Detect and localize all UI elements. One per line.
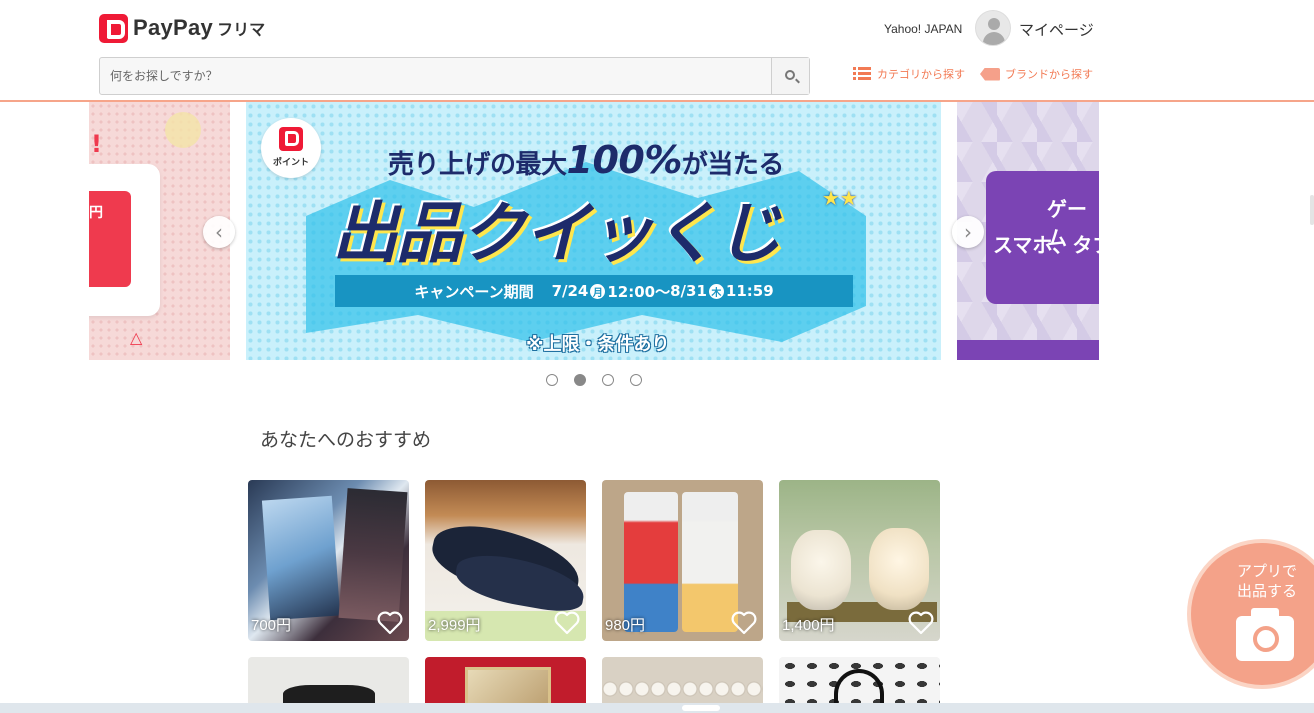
category-search-label: カテゴリから探す: [877, 68, 965, 81]
heart-icon[interactable]: [908, 611, 934, 635]
carousel-dot[interactable]: [630, 374, 642, 386]
stars-icon: ★★: [822, 186, 858, 210]
sell-button-line2: 出品する: [1236, 582, 1297, 600]
user-avatar-icon[interactable]: [975, 10, 1011, 46]
product-price: 2,999円: [428, 617, 481, 634]
product-price: 980円: [605, 617, 646, 634]
header: PayPay フリマ Yahoo! JAPAN マイページ カテゴリから探す ブ…: [0, 0, 1314, 102]
banner-slide-current[interactable]: ポイント 売り上げの最大100%が当たる 出品クイッくじ ★★ キャンペーン期間…: [246, 102, 941, 360]
camera-icon: [1236, 608, 1294, 661]
scrollbar-hint: [1310, 195, 1314, 225]
search-bar: [99, 57, 810, 95]
promo-note: ※上限・条件あり: [526, 334, 670, 355]
product-price: 1,400円: [782, 617, 835, 634]
product-card[interactable]: 2,999円: [425, 480, 586, 641]
product-card[interactable]: 1,400円: [779, 480, 940, 641]
tag-icon: [980, 67, 1000, 81]
carousel-next-button[interactable]: ›: [952, 216, 984, 248]
product-card[interactable]: 700円: [248, 480, 409, 641]
heart-icon[interactable]: [554, 611, 580, 635]
carousel-indicators: [546, 374, 642, 386]
paypay-logo-icon: [279, 127, 303, 151]
triangle-icon: △: [130, 328, 143, 347]
recommend-section-title: あなたへのおすすめ: [260, 429, 432, 451]
list-icon: [853, 67, 871, 81]
product-card[interactable]: 980円: [602, 480, 763, 641]
search-icon: [785, 70, 795, 80]
product-price: 700円: [251, 617, 292, 634]
brand-search-link[interactable]: ブランドから探す: [980, 66, 1093, 82]
campaign-period: キャンペーン期間 7/24 月 12:00〜 8/31 木 11:59: [335, 275, 853, 307]
banner-carousel: ! 円 △ ポイント 売り上げの最大100%が当たる 出品クイッくじ ★★ キャ…: [89, 102, 1099, 360]
promo-title: 出品クイッくじ: [332, 195, 782, 272]
paypay-flea-market-logo[interactable]: PayPay フリマ: [99, 13, 265, 43]
carousel-dot-active[interactable]: [574, 374, 586, 386]
point-badge-label: ポイント: [272, 158, 309, 168]
search-input[interactable]: [100, 58, 772, 94]
logo-text: PayPay: [133, 15, 214, 40]
category-search-link[interactable]: カテゴリから探す: [853, 66, 965, 82]
horizontal-scrollbar[interactable]: [0, 703, 1314, 713]
previous-slide-yen-text: 円: [89, 205, 103, 221]
paypay-logo-icon: [99, 13, 128, 43]
mypage-link[interactable]: マイページ: [1019, 19, 1094, 40]
page: PayPay フリマ Yahoo! JAPAN マイページ カテゴリから探す ブ…: [0, 0, 1314, 713]
next-slide-text-2: スマホ、タブ: [993, 233, 1099, 257]
chevron-left-icon: ‹: [215, 220, 223, 244]
yahoo-japan-link[interactable]: Yahoo! JAPAN: [884, 22, 962, 36]
carousel-dot[interactable]: [546, 374, 558, 386]
heart-icon[interactable]: [377, 611, 403, 635]
carousel-prev-button[interactable]: ‹: [203, 216, 235, 248]
scrollbar-thumb[interactable]: [682, 705, 720, 711]
brand-search-label: ブランドから探す: [1005, 68, 1093, 81]
sell-with-app-button[interactable]: アプリで 出品する: [1187, 539, 1314, 689]
chevron-right-icon: ›: [964, 220, 972, 244]
heart-icon[interactable]: [731, 611, 757, 635]
sell-button-line1: アプリで: [1236, 562, 1297, 580]
promo-headline: 売り上げの最大100%が当たる: [388, 138, 784, 182]
search-button[interactable]: [771, 58, 809, 94]
logo-subtext: フリマ: [217, 20, 266, 39]
paypay-point-badge: ポイント: [261, 118, 321, 178]
carousel-dot[interactable]: [602, 374, 614, 386]
